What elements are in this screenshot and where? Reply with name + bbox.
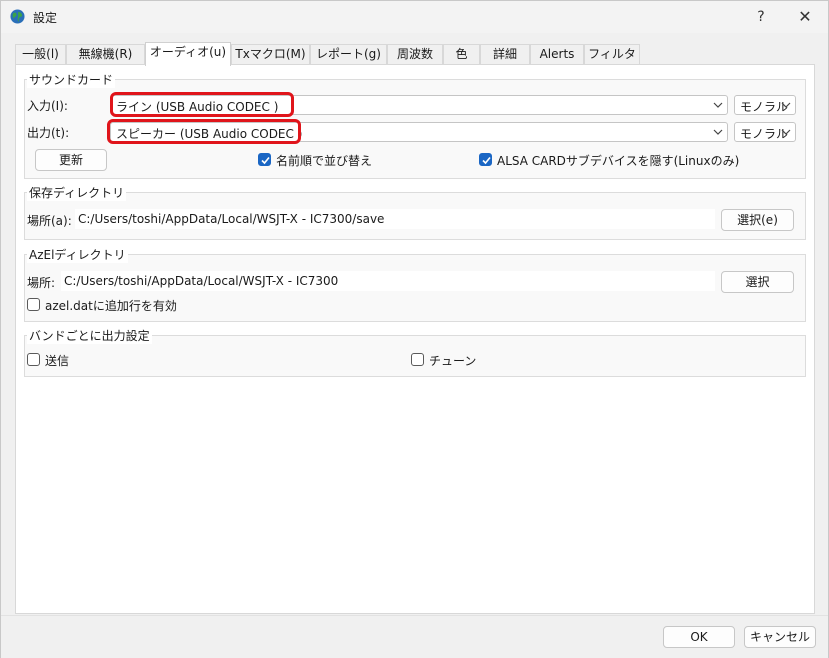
title-bar: 設定 ? ✕ — [1, 1, 828, 33]
checkmark-icon — [261, 156, 270, 165]
input-channel-combo[interactable]: モノラル — [734, 95, 796, 115]
cancel-button[interactable]: キャンセル — [744, 626, 816, 648]
tab-frequencies[interactable]: 周波数 — [387, 44, 443, 64]
settings-dialog: 設定 ? ✕ 一般(l) 無線機(R) オーディオ(u) Txマクロ(M) レポ… — [0, 0, 829, 658]
chevron-down-icon — [781, 102, 791, 108]
azel-path-value: C:/Users/toshi/AppData/Local/WSJT-X - IC… — [64, 274, 339, 288]
tab-filters[interactable]: フィルタ — [584, 44, 640, 64]
tab-general[interactable]: 一般(l) — [15, 44, 66, 64]
audio-tab-panel: サウンドカード 入力(I): ライン (USB Audio CODEC ) モノ… — [15, 64, 815, 614]
soundcard-group-title: サウンドカード — [27, 71, 116, 88]
save-path-field[interactable]: C:/Users/toshi/AppData/Local/WSJT-X - IC… — [75, 209, 715, 229]
azel-append-label: azel.datに追加行を有効 — [45, 299, 177, 313]
checkmark-icon — [482, 156, 491, 165]
tab-alerts[interactable]: Alerts — [530, 44, 584, 64]
transmit-label: 送信 — [45, 354, 70, 368]
tune-checkbox[interactable] — [411, 353, 424, 366]
hide-alsa-subdevices-label: ALSA CARDサブデバイスを隠す(Linuxのみ) — [497, 154, 740, 168]
azel-location-label: 場所: — [27, 276, 56, 290]
output-label: 出力(t): — [27, 126, 70, 140]
azel-select-button[interactable]: 選択 — [721, 271, 794, 293]
save-directory-title: 保存ディレクトリ — [27, 184, 127, 201]
tab-audio[interactable]: オーディオ(u) — [145, 42, 231, 66]
tab-tx-macros[interactable]: Txマクロ(M) — [231, 44, 310, 64]
sort-by-name-checkbox[interactable] — [258, 153, 271, 166]
ok-button[interactable]: OK — [663, 626, 735, 648]
tab-advanced[interactable]: 詳細 — [480, 44, 530, 64]
input-label: 入力(I): — [27, 99, 68, 113]
save-select-button[interactable]: 選択(e) — [721, 209, 794, 231]
globe-app-icon — [10, 9, 25, 24]
save-location-label: 場所(a): — [27, 214, 72, 228]
band-output-group: バンドごとに出力設定 送信 チューン — [24, 327, 806, 377]
azel-path-field[interactable]: C:/Users/toshi/AppData/Local/WSJT-X - IC… — [61, 271, 715, 291]
chevron-down-icon — [781, 129, 791, 135]
save-path-value: C:/Users/toshi/AppData/Local/WSJT-X - IC… — [78, 212, 385, 226]
refresh-button[interactable]: 更新 — [35, 149, 107, 171]
hide-alsa-subdevices-checkbox[interactable] — [479, 153, 492, 166]
dialog-body: 一般(l) 無線機(R) オーディオ(u) Txマクロ(M) レポート(g) 周… — [1, 33, 828, 658]
output-channel-combo[interactable]: モノラル — [734, 122, 796, 142]
azel-directory-title: AzElディレクトリ — [27, 246, 128, 263]
tab-reporting[interactable]: レポート(g) — [310, 44, 387, 64]
tab-colors[interactable]: 色 — [443, 44, 480, 64]
save-directory-group: 保存ディレクトリ 場所(a): C:/Users/toshi/AppData/L… — [24, 184, 806, 240]
chevron-down-icon — [713, 102, 723, 108]
tab-radio[interactable]: 無線機(R) — [66, 44, 145, 64]
dialog-button-bar: OK キャンセル — [1, 615, 828, 658]
tab-strip: 一般(l) 無線機(R) オーディオ(u) Txマクロ(M) レポート(g) 周… — [15, 42, 815, 66]
input-highlight-annotation — [110, 92, 294, 117]
close-button[interactable]: ✕ — [785, 5, 825, 29]
tune-label: チューン — [429, 354, 477, 368]
soundcard-group: サウンドカード 入力(I): ライン (USB Audio CODEC ) モノ… — [24, 71, 806, 179]
band-output-title: バンドごとに出力設定 — [27, 327, 152, 344]
help-button[interactable]: ? — [741, 5, 781, 29]
output-highlight-annotation — [107, 119, 301, 144]
chevron-down-icon — [713, 129, 723, 135]
window-title: 設定 — [33, 11, 58, 25]
sort-by-name-label: 名前順で並び替え — [276, 154, 373, 168]
azel-append-checkbox[interactable] — [27, 298, 40, 311]
transmit-checkbox[interactable] — [27, 353, 40, 366]
azel-directory-group: AzElディレクトリ 場所: C:/Users/toshi/AppData/Lo… — [24, 246, 806, 322]
